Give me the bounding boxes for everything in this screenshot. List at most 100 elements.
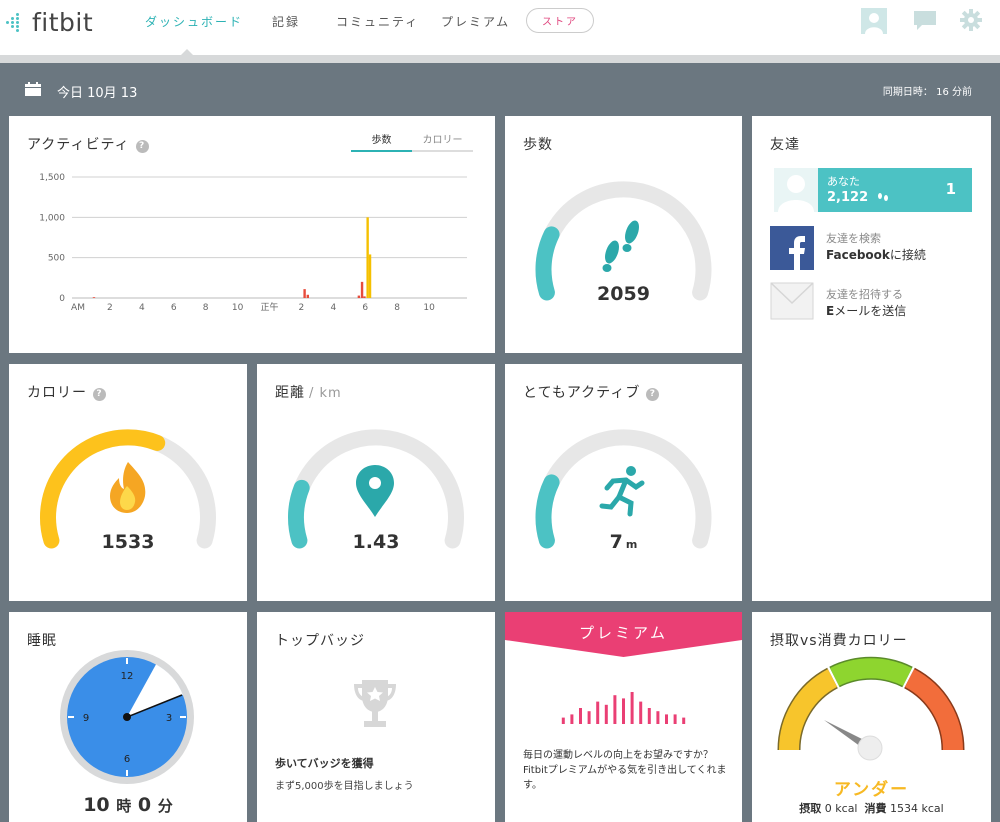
profile-icon[interactable] <box>861 8 887 38</box>
friend-steps: 2,122 <box>827 190 869 205</box>
calories-card[interactable]: カロリー? 1533 <box>9 364 247 601</box>
sleep-minutes-label: 分 <box>157 797 173 815</box>
y-tick-label: 500 <box>48 254 65 264</box>
x-tick-label: AM <box>71 303 85 313</box>
chart-bar <box>368 254 372 298</box>
activity-card: アクティビティ? 歩数 カロリー 1,500 1,000 500 0 AM 2 4 6 8 10 正… <box>9 116 495 353</box>
gauge-seg-yellow <box>778 669 838 751</box>
facebook-line1: 友達を検索 <box>826 232 881 245</box>
x-tick-label: 10 <box>423 303 435 313</box>
premium-bar <box>604 704 608 724</box>
runner-icon <box>599 466 645 517</box>
nav-community[interactable]: コミュニティ <box>336 13 419 30</box>
premium-bar <box>587 711 591 724</box>
sleep-hours: 10 <box>83 794 110 816</box>
friend-name: あなた <box>827 175 860 188</box>
sync-status: 同期日時： 16 分前 <box>882 87 972 98</box>
top-badge-card[interactable]: トップバッジ 歩いてバッジを獲得 まず5,000歩を目指しましょう <box>257 612 495 822</box>
calories-gauge <box>40 429 216 549</box>
premium-bar <box>647 708 651 724</box>
facebook-icon <box>770 226 814 270</box>
gauge-hub <box>857 735 883 761</box>
intake-label: 摂取 <box>799 802 822 815</box>
chart-bar <box>92 297 96 298</box>
friend-row-me[interactable]: あなた 2,122 1 <box>774 168 972 212</box>
messages-icon[interactable] <box>913 10 937 36</box>
nav-premium[interactable]: プレミアム <box>441 13 510 30</box>
premium-bar <box>682 717 686 724</box>
chart-bar <box>366 217 369 298</box>
distance-card[interactable]: 距離 / km 1.43 <box>257 364 495 601</box>
x-tick-label: 6 <box>362 303 368 313</box>
premium-text: 毎日の運動レベルの向上をお望みですか？Fitbitプレミアムがやる気を引き出して… <box>523 750 727 791</box>
premium-bar <box>613 695 617 724</box>
flame-icon <box>110 462 146 513</box>
premium-bar <box>622 698 625 724</box>
trophy-icon <box>354 680 396 727</box>
premium-bar <box>639 701 643 724</box>
x-tick-label: 8 <box>394 303 400 313</box>
x-tick-label: 6 <box>171 303 177 313</box>
fitbit-logo[interactable]: fitbit <box>6 8 93 37</box>
distance-gauge <box>288 429 464 549</box>
clock-num-9: 9 <box>83 713 89 724</box>
steps-value: 2059 <box>597 283 650 305</box>
gauge-seg-green <box>829 658 913 687</box>
x-tick-label: 正午 <box>260 301 278 313</box>
clock-center <box>123 713 131 721</box>
friend-rank: 1 <box>945 180 956 198</box>
settings-icon[interactable] <box>960 9 982 35</box>
active-unit: m <box>625 538 638 551</box>
location-pin-icon <box>356 465 394 517</box>
premium-bar <box>579 708 582 724</box>
date-bar: 今日 10月 13 同期日時： 16 分前 <box>0 63 1000 115</box>
gauge-seg-red <box>904 669 964 751</box>
envelope-icon <box>770 282 814 320</box>
x-tick-label: 2 <box>107 303 113 313</box>
top-navigation-bar: fitbit ダッシュボード 記録 コミュニティ プレミアム ストア <box>0 0 1000 56</box>
calendar-icon[interactable] <box>25 82 41 96</box>
y-tick-label: 1,000 <box>39 213 65 223</box>
friends-card: 友達 あなた 2,122 1 友達を検索 Facebookに接続 友達を招待する… <box>752 116 991 601</box>
activity-chart: 1,500 1,000 500 0 AM 2 4 6 8 10 正午 2 4 6 8 10 <box>39 173 467 313</box>
header-divider <box>0 55 1000 63</box>
email-line1: 友達を招待する <box>826 288 903 301</box>
intake-value: 0 kcal <box>824 802 858 815</box>
footprints-icon <box>602 220 639 272</box>
distance-value: 1.43 <box>352 531 400 553</box>
sleep-card[interactable]: 睡眠 12 3 6 9 10 時 0 分 <box>9 612 247 822</box>
badge-label: 歩いてバッジを獲得 <box>275 757 374 770</box>
premium-card[interactable]: プレミアム 毎日の運動レベルの向上をお望みですか？Fitbitプレミアムがやる気… <box>505 612 742 822</box>
x-tick-label: 10 <box>232 303 244 313</box>
x-tick-label: 2 <box>299 303 305 313</box>
active-gauge <box>535 429 712 549</box>
email-bold: E <box>826 304 835 318</box>
sleep-hours-label: 時 <box>116 797 132 815</box>
facebook-rest: に接続 <box>889 248 926 262</box>
email-line2: Eメールを送信 <box>826 302 906 319</box>
gauge-track <box>535 181 712 301</box>
avatar <box>774 168 818 212</box>
intake-status: アンダー <box>833 780 910 800</box>
facebook-connect[interactable]: 友達を検索 Facebookに接続 <box>770 226 970 272</box>
chart-bar <box>306 294 309 298</box>
premium-title: プレミアム <box>579 624 668 642</box>
nav-dashboard[interactable]: ダッシュボード <box>145 13 243 30</box>
premium-bar <box>630 692 634 724</box>
current-date[interactable]: 今日 10月 13 <box>57 82 137 101</box>
calories-value: 1533 <box>101 531 155 553</box>
friends-title: 友達 <box>770 137 800 153</box>
clock-num-3: 3 <box>166 713 172 724</box>
chart-bar <box>303 289 306 298</box>
store-button[interactable]: ストア <box>526 8 594 33</box>
clock-num-6: 6 <box>124 754 130 765</box>
nav-log[interactable]: 記録 <box>272 13 300 30</box>
premium-bar <box>665 714 668 724</box>
intake-vs-burn-card[interactable]: 摂取vs消費カロリー アンダー 摂取 0 kcal 消費 1534 kcal <box>752 612 991 822</box>
steps-card[interactable]: 歩数 2059 <box>505 116 742 353</box>
steps-gauge <box>535 181 712 301</box>
active-minutes-card[interactable]: とてもアクティブ? 7m <box>505 364 742 601</box>
premium-bar <box>656 711 660 724</box>
premium-bar <box>596 701 600 724</box>
email-invite[interactable]: 友達を招待する Eメールを送信 <box>770 282 970 326</box>
